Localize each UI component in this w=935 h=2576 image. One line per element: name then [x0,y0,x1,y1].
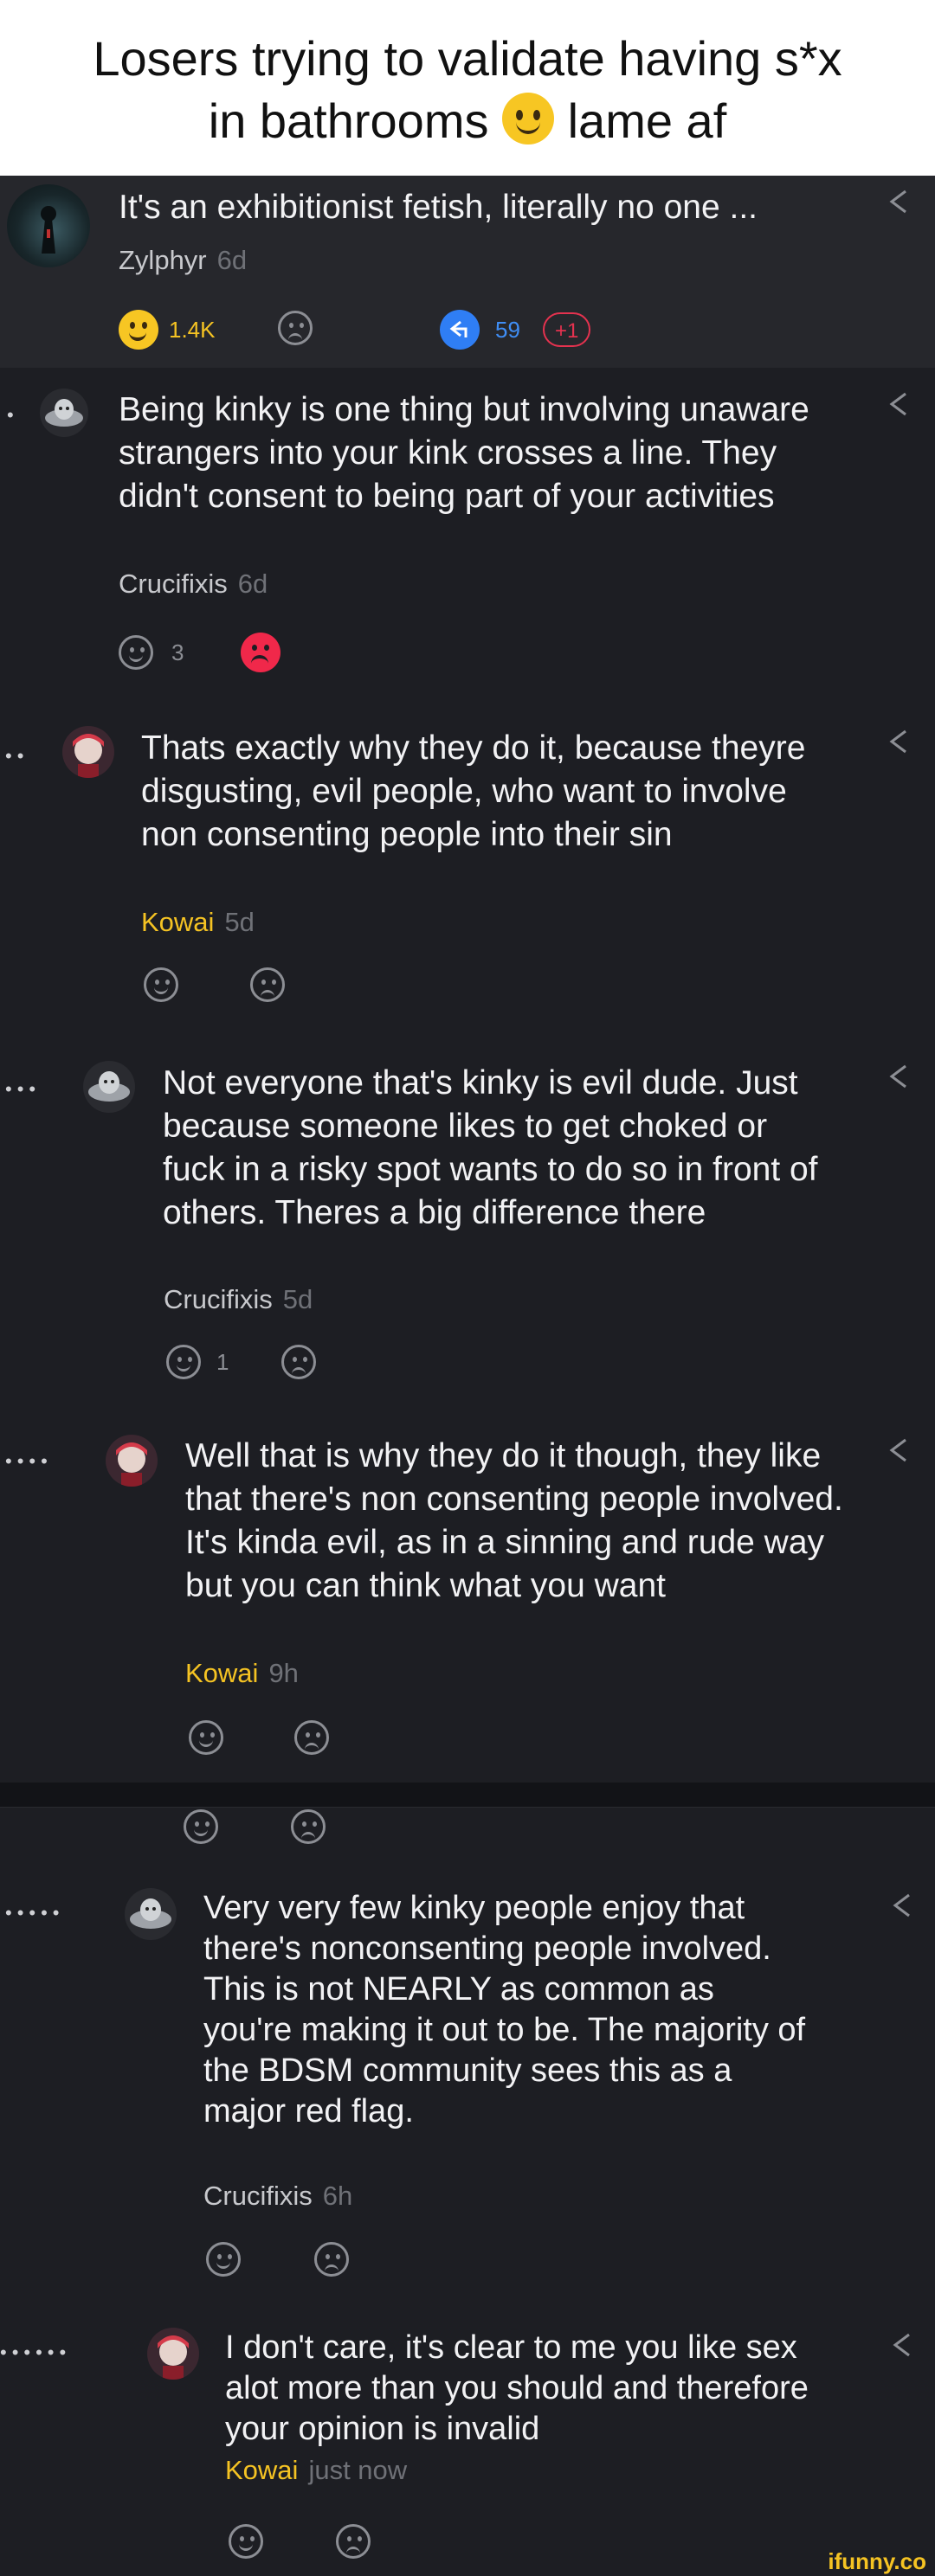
avatar-alien-icon [130,1898,171,1929]
username[interactable]: Kowai [141,907,214,937]
avatar[interactable] [62,726,114,778]
dislike-icon[interactable] [250,967,285,1002]
avatar-alien-icon [45,399,83,427]
username[interactable]: Zylphyr [119,245,207,275]
meme-caption-line1: Losers trying to validate having s*x [93,31,842,86]
share-icon[interactable] [883,726,914,757]
comment-text: Not everyone that's kinky is evil dude. … [163,1064,818,1231]
username[interactable]: Crucifixis [164,1284,273,1314]
comment-meta: Kowai 5d [141,907,255,938]
username[interactable]: Kowai [185,1658,258,1688]
comment-5: •••• Well that is why they do it though,… [0,1419,935,1783]
thread-depth-dots: ••••• [5,1902,65,1924]
timestamp: 9h [268,1658,299,1688]
comment-1: It's an exhibitionist fetish, literally … [0,176,935,368]
comment-7: •••••• I don't care, it's clear to me yo… [0,2310,935,2576]
slightly-smiling-emoji-icon [502,93,555,145]
share-icon[interactable] [883,186,914,217]
comment-text: Thats exactly why they do it, because th… [141,729,806,853]
comment-text: Very very few kinky people enjoy that th… [203,1890,806,2130]
dislike-active-icon[interactable] [241,633,280,672]
dislike-icon[interactable] [278,311,313,345]
caption-text: in bathrooms [208,93,489,148]
screenshot-seam [0,1783,935,1807]
comment-meta: Kowai just now [225,2455,407,2486]
like-icon[interactable] [119,635,153,670]
username[interactable]: Kowai [225,2455,298,2485]
comment-text: Being kinky is one thing but involving u… [119,391,809,515]
share-icon[interactable] [887,1890,918,1921]
meme-caption-line2: in bathrooms lame af [0,90,935,152]
comment-text: I don't care, it's clear to me you like … [225,2329,809,2447]
avatar-alien-icon [88,1071,130,1102]
comment-4: ••• Not everyone that's kinky is evil du… [0,1047,935,1419]
divider [0,1807,935,1808]
timestamp: 6d [237,569,268,599]
share-icon[interactable] [887,2329,918,2361]
avatar[interactable] [106,1435,158,1487]
thread-depth-dots: •• [5,745,29,767]
timestamp: 5d [282,1284,313,1314]
username[interactable]: Crucifixis [203,2181,313,2211]
comment-meta: Crucifixis 6h [203,2181,352,2212]
timestamp: 6d [216,245,248,275]
avatar-anime-icon [116,1442,147,1487]
reply-arrow-icon [449,320,468,337]
avatar[interactable] [7,184,90,267]
dislike-icon[interactable] [336,2524,371,2559]
comment-text: Well that is why they do it though, they… [185,1437,843,1604]
share-icon[interactable] [883,389,914,420]
comment-meta: Zylphyr 6d [119,245,247,276]
timestamp: 5d [224,907,255,937]
timestamp: 6h [322,2181,353,2211]
like-icon[interactable] [184,1809,218,1844]
avatar[interactable] [147,2328,199,2380]
username[interactable]: Crucifixis [119,569,228,599]
avatar[interactable] [125,1888,177,1940]
like-icon[interactable] [189,1720,223,1755]
like-icon[interactable] [229,2524,263,2559]
like-icon[interactable] [144,967,178,1002]
comment-text: It's an exhibitionist fetish, literally … [119,189,758,226]
share-icon[interactable] [883,1435,914,1466]
comment-meta: Kowai 9h [185,1658,299,1689]
thread-depth-dots: •••••• [0,2342,72,2363]
new-replies-badge[interactable]: +1 [543,312,591,347]
meme-caption: Losers trying to validate having s*x in … [0,0,935,176]
ifunny-watermark: ifunny.co [819,2547,935,2576]
like-icon[interactable] [166,1345,201,1379]
dislike-icon[interactable] [281,1345,316,1379]
like-count: 3 [171,639,184,665]
comment-3: •• Thats exactly why they do it, because… [0,697,935,1047]
comment-meta: Crucifixis 6d [119,569,268,600]
like-active-icon[interactable] [119,310,158,350]
avatar[interactable] [83,1061,135,1113]
comment-meta: Crucifixis 5d [164,1284,313,1315]
thread-depth-dots: ••• [5,1078,42,1100]
reply-count: 59 [495,317,520,343]
dislike-icon[interactable] [294,1720,329,1755]
dislike-icon[interactable] [291,1809,326,1844]
comment-2: • Being kinky is one thing but involving… [0,368,935,697]
reply-icon[interactable] [440,310,480,350]
like-icon[interactable] [206,2242,241,2277]
share-icon[interactable] [883,1061,914,1092]
like-count: 1 [216,1349,229,1375]
caption-text: lame af [567,93,727,148]
avatar[interactable] [40,389,88,437]
like-count: 1.4K [169,317,216,343]
avatar-anime-icon [73,734,104,778]
comment-6: ••••• Very very few kinky people enjoy t… [0,1878,935,2310]
thread-depth-dots: •••• [5,1450,53,1472]
avatar-anime-icon [158,2335,189,2380]
thread-depth-dots: • [7,404,19,426]
timestamp: just now [308,2455,408,2485]
avatar-figure-icon [41,206,56,254]
dislike-icon[interactable] [314,2242,349,2277]
